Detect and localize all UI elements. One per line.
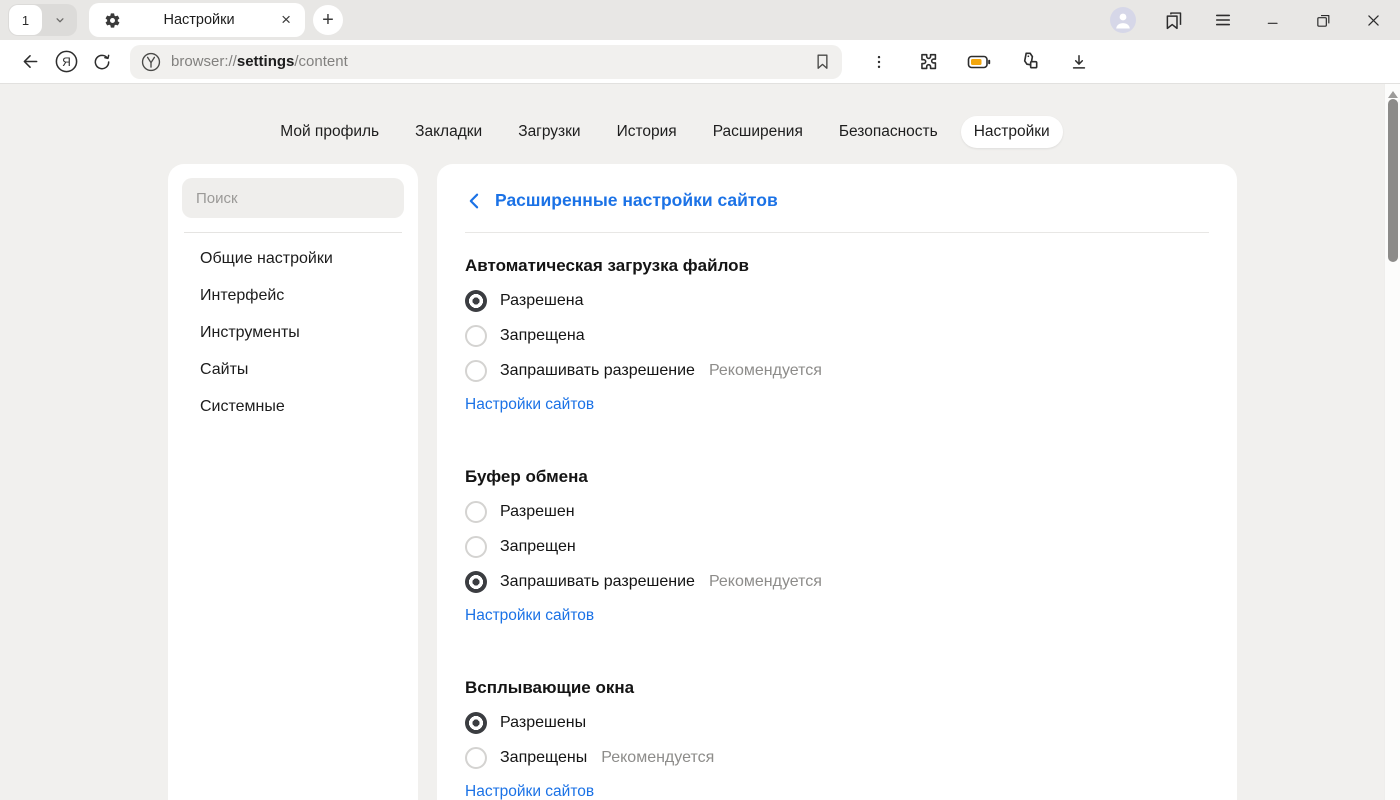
recommended-note: Рекомендуется (601, 749, 714, 767)
recommended-note: Рекомендуется (709, 573, 822, 591)
browser-tab-settings[interactable]: Настройки × (89, 3, 305, 37)
sidebar-item-tools[interactable]: Инструменты (182, 315, 404, 351)
address-bar[interactable]: browser://settings/content (130, 45, 842, 79)
menu-icon[interactable] (1210, 7, 1236, 33)
radio-label: Запрашивать разрешение (500, 573, 695, 591)
tab-count[interactable]: 1 (9, 5, 42, 35)
settings-nav-tabs: Мой профиль Закладки Загрузки История Ра… (0, 116, 1330, 148)
radio-button[interactable] (465, 712, 487, 734)
radio-label: Запрещены (500, 749, 587, 767)
svg-text:Я: Я (62, 55, 71, 69)
radio-option[interactable]: Запрашивать разрешение Рекомендуется (465, 353, 1209, 388)
settings-page: Мой профиль Закладки Загрузки История Ра… (0, 84, 1400, 800)
gear-icon (103, 11, 121, 29)
url-suffix: /content (294, 53, 347, 70)
radio-option[interactable]: Запрещена (465, 318, 1209, 353)
battery-icon[interactable] (966, 49, 992, 75)
radio-option[interactable]: Запрещены Рекомендуется (465, 740, 1209, 775)
radio-button[interactable] (465, 290, 487, 312)
site-settings-link[interactable]: Настройки сайтов (465, 783, 594, 800)
sidebar-item-interface[interactable]: Интерфейс (182, 278, 404, 314)
new-tab-button[interactable]: + (313, 5, 343, 35)
radio-button[interactable] (465, 571, 487, 593)
radio-label: Разрешен (500, 503, 575, 521)
back-icon[interactable] (12, 45, 48, 79)
page-title[interactable]: Расширенные настройки сайтов (495, 190, 778, 211)
site-badge-icon[interactable] (140, 51, 162, 73)
header-divider (465, 232, 1209, 233)
section-title: Буфер обмена (465, 467, 1209, 487)
sidebar-divider (184, 232, 402, 233)
settings-sidebar: Общие настройки Интерфейс Инструменты Са… (168, 164, 418, 800)
search-input[interactable] (182, 178, 404, 218)
side-panel-bookmarks-icon[interactable] (1160, 7, 1186, 33)
nav-tab-extensions[interactable]: Расширения (700, 116, 816, 148)
sidebar-item-sites[interactable]: Сайты (182, 352, 404, 388)
section-clipboard: Буфер обмена Разрешен Запрещен Запрашива… (465, 467, 1209, 625)
radio-option[interactable]: Запрещен (465, 529, 1209, 564)
chevron-down-icon[interactable] (43, 13, 77, 27)
reload-icon[interactable] (84, 45, 120, 79)
radio-button[interactable] (465, 501, 487, 523)
back-chevron-icon[interactable] (467, 192, 480, 210)
site-settings-link[interactable]: Настройки сайтов (465, 396, 594, 414)
nav-tab-downloads[interactable]: Загрузки (505, 116, 593, 148)
radio-option[interactable]: Разрешен (465, 494, 1209, 529)
tabs-sync-icon[interactable] (1016, 49, 1042, 75)
section-popups: Всплывающие окна Разрешены Запрещены Рек… (465, 678, 1209, 800)
url-highlight: settings (237, 53, 295, 70)
radio-label: Запрашивать разрешение (500, 362, 695, 380)
bookmark-page-icon[interactable] (813, 52, 832, 71)
close-tab-icon[interactable]: × (277, 10, 295, 30)
nav-tab-profile[interactable]: Мой профиль (267, 116, 392, 148)
sidebar-item-general[interactable]: Общие настройки (182, 241, 404, 277)
radio-button[interactable] (465, 360, 487, 382)
sidebar-item-system[interactable]: Системные (182, 389, 404, 425)
more-options-icon[interactable] (866, 49, 892, 75)
scroll-up-arrow-icon[interactable] (1388, 91, 1398, 98)
radio-label: Разрешены (500, 714, 586, 732)
page-header[interactable]: Расширенные настройки сайтов (465, 190, 1209, 211)
minimize-window-icon[interactable] (1260, 7, 1286, 33)
section-title: Всплывающие окна (465, 678, 1209, 698)
url-prefix: browser:// (171, 53, 237, 70)
radio-button[interactable] (465, 747, 487, 769)
radio-button[interactable] (465, 325, 487, 347)
avatar[interactable] (1110, 7, 1136, 33)
scrollbar-thumb[interactable] (1388, 99, 1398, 262)
tab-title: Настройки (121, 12, 277, 28)
restore-window-icon[interactable] (1310, 7, 1336, 33)
nav-tab-settings[interactable]: Настройки (961, 116, 1063, 148)
site-settings-link[interactable]: Настройки сайтов (465, 607, 594, 625)
radio-label: Запрещен (500, 538, 576, 556)
settings-main-panel: Расширенные настройки сайтов Автоматичес… (437, 164, 1237, 800)
radio-option[interactable]: Разрешены (465, 705, 1209, 740)
section-title: Автоматическая загрузка файлов (465, 256, 1209, 276)
tab-counter[interactable]: 1 (8, 4, 77, 36)
page-scrollbar[interactable] (1384, 84, 1400, 800)
tab-strip: 1 Настройки × + (0, 0, 1400, 40)
url-text[interactable]: browser://settings/content (171, 53, 813, 70)
extensions-puzzle-icon[interactable] (916, 49, 942, 75)
radio-button[interactable] (465, 536, 487, 558)
radio-option[interactable]: Разрешена (465, 283, 1209, 318)
nav-tab-security[interactable]: Безопасность (826, 116, 951, 148)
radio-label: Разрешена (500, 292, 583, 310)
recommended-note: Рекомендуется (709, 362, 822, 380)
section-auto-download: Автоматическая загрузка файлов Разрешена… (465, 256, 1209, 414)
downloads-icon[interactable] (1066, 49, 1092, 75)
close-window-icon[interactable] (1360, 7, 1386, 33)
radio-label: Запрещена (500, 327, 585, 345)
nav-tab-history[interactable]: История (604, 116, 690, 148)
radio-option[interactable]: Запрашивать разрешение Рекомендуется (465, 564, 1209, 599)
browser-toolbar: Я browser://settings/content (0, 40, 1400, 84)
nav-tab-bookmarks[interactable]: Закладки (402, 116, 495, 148)
yandex-logo-icon[interactable]: Я (48, 45, 84, 79)
